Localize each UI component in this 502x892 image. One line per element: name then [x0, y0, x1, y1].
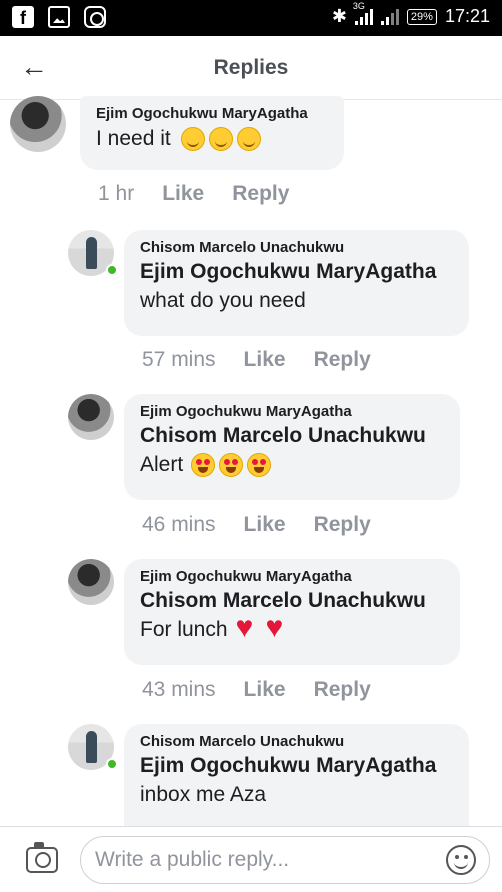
smile-emoji-icon [180, 127, 205, 151]
online-indicator [106, 758, 118, 770]
comment-actions: 1 hr Like Reply [98, 182, 289, 206]
heart-eyes-emoji-icon [191, 453, 216, 477]
signal-icon-2 [380, 8, 399, 25]
comment-time: 43 mins [142, 678, 216, 701]
reply-button[interactable]: Reply [314, 513, 371, 537]
comment-text: what do you need [140, 289, 306, 312]
comment-author[interactable]: Ejim Ogochukwu MaryAgatha [140, 402, 446, 422]
smile-emoji-icon [236, 127, 261, 151]
online-indicator [106, 264, 118, 276]
like-button[interactable]: Like [244, 678, 286, 702]
comment-bubble[interactable]: Chisom Marcelo Unachukwu Ejim Ogochukwu … [124, 724, 469, 830]
comment-text: For lunch [140, 610, 446, 646]
avatar[interactable] [68, 394, 114, 440]
mention-tag[interactable]: Chisom Marcelo Unachukwu [140, 422, 446, 450]
facebook-icon: f [12, 6, 34, 28]
reply-composer: Write a public reply... [0, 826, 502, 892]
reply-button[interactable]: Reply [314, 678, 371, 702]
comment-author[interactable]: Ejim Ogochukwu MaryAgatha [140, 567, 446, 587]
reply-button[interactable]: Reply [314, 348, 371, 372]
clock: 17:21 [444, 6, 490, 26]
header: ← Replies [0, 36, 502, 100]
gallery-icon [48, 6, 70, 28]
status-bar: f ✱ 3G 29% 17:21 [0, 0, 502, 36]
comment-time: 57 mins [142, 348, 216, 371]
comment-author[interactable]: Chisom Marcelo Unachukwu [140, 238, 455, 258]
comment-bubble[interactable]: Ejim Ogochukwu MaryAgatha I need it [80, 96, 344, 170]
avatar[interactable] [10, 96, 66, 152]
notification-icons: f [12, 6, 106, 28]
reply-input[interactable]: Write a public reply... [80, 836, 490, 884]
comment-bubble[interactable]: Chisom Marcelo Unachukwu Ejim Ogochukwu … [124, 230, 469, 336]
system-status: ✱ 3G 29% 17:21 [331, 1, 490, 27]
comment-time: 1 hr [98, 182, 135, 205]
network-type: 3G [352, 0, 365, 11]
comment-text-content: Alert [140, 453, 184, 476]
page-title: Replies [213, 56, 289, 79]
mention-tag[interactable]: Chisom Marcelo Unachukwu [140, 587, 446, 615]
comment-text-content: I need it [96, 127, 171, 150]
comment-actions: 43 mins Like Reply [142, 678, 371, 702]
bluetooth-icon: ✱ [331, 6, 347, 26]
like-button[interactable]: Like [244, 513, 286, 537]
like-button[interactable]: Like [244, 348, 286, 372]
comment-text: I need it [96, 124, 330, 154]
signal-icon: 3G [353, 1, 373, 25]
heart-emoji-icon [236, 610, 262, 646]
mention-tag[interactable]: Ejim Ogochukwu MaryAgatha [140, 752, 455, 780]
comment-bubble[interactable]: Ejim Ogochukwu MaryAgatha Chisom Marcelo… [124, 394, 460, 500]
emoji-icon[interactable] [446, 845, 476, 875]
instagram-icon [84, 6, 106, 28]
comment-actions: 57 mins Like Reply [142, 348, 371, 372]
comment-author[interactable]: Ejim Ogochukwu MaryAgatha [96, 104, 330, 124]
heart-eyes-emoji-icon [219, 453, 244, 477]
comment-bubble[interactable]: Ejim Ogochukwu MaryAgatha Chisom Marcelo… [124, 559, 460, 665]
camera-icon[interactable] [26, 842, 58, 873]
comment-author[interactable]: Chisom Marcelo Unachukwu [140, 732, 455, 752]
reply-button[interactable]: Reply [232, 182, 289, 206]
comment-text-content: For lunch [140, 618, 228, 641]
comment-actions: 46 mins Like Reply [142, 513, 371, 537]
heart-emoji-icon [266, 610, 292, 646]
mention-tag[interactable]: Ejim Ogochukwu MaryAgatha [140, 258, 455, 286]
smile-emoji-icon [208, 127, 233, 151]
avatar[interactable] [68, 559, 114, 605]
like-button[interactable]: Like [162, 182, 204, 206]
battery-level: 29% [406, 8, 437, 25]
comment-text: Alert [140, 450, 446, 480]
comment-text: inbox me Aza [140, 783, 267, 806]
heart-eyes-emoji-icon [247, 453, 272, 477]
comment-time: 46 mins [142, 513, 216, 536]
